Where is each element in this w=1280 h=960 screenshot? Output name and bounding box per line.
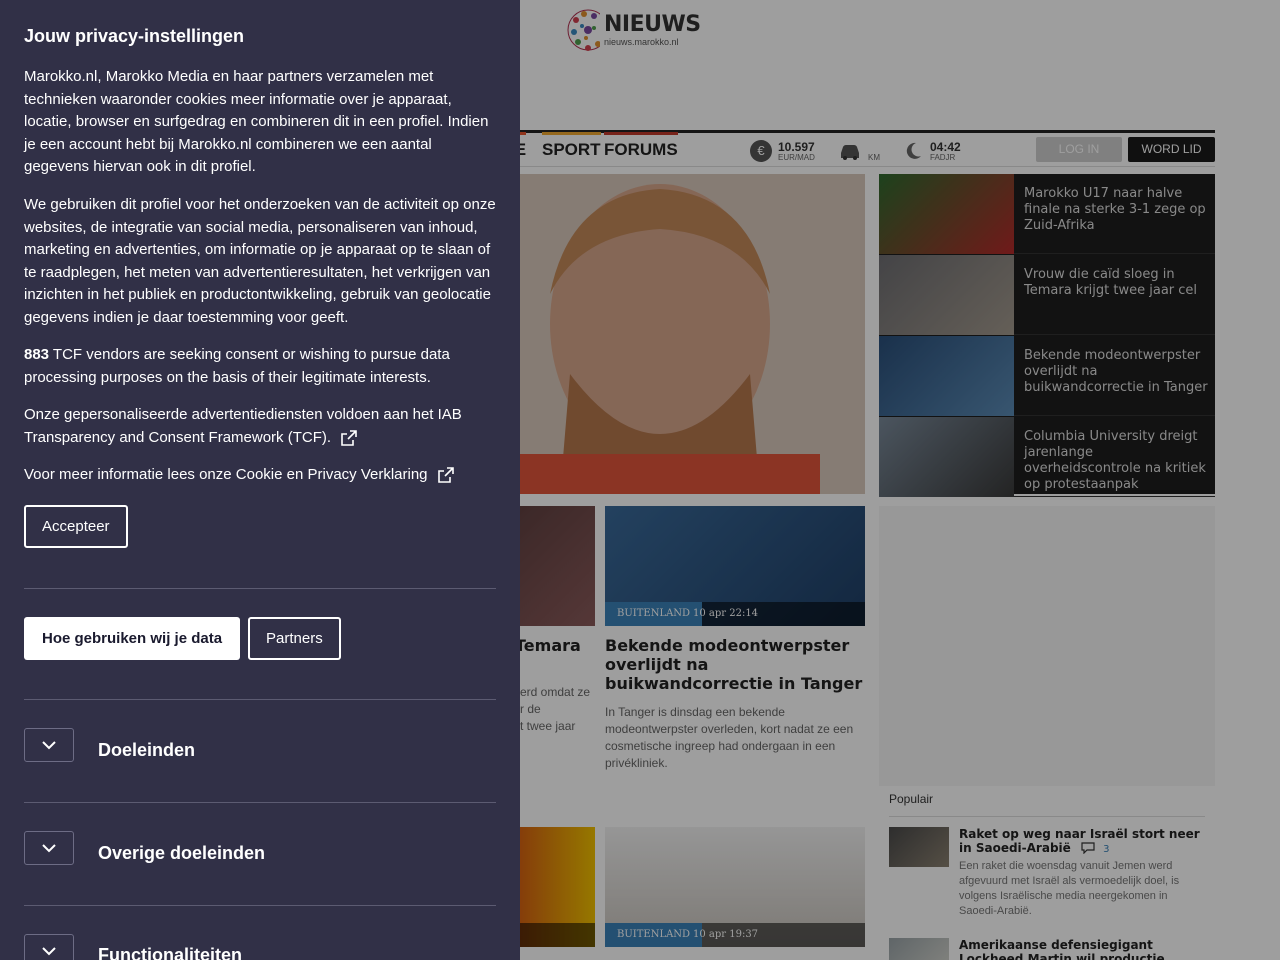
tcf-vendors-sentence: TCF vendors are seeking consent or wishi… bbox=[24, 346, 450, 386]
panel-divider bbox=[24, 802, 496, 803]
vendor-count: 883 bbox=[24, 346, 50, 363]
partners-button[interactable]: Partners bbox=[248, 617, 341, 660]
cookie-policy-link[interactable]: Voor meer informatie lees onze Cookie en… bbox=[24, 466, 428, 483]
how-we-use-data-button[interactable]: Hoe gebruiken wij je data bbox=[24, 617, 241, 660]
chevron-down-icon bbox=[42, 946, 56, 955]
chevron-down-icon bbox=[42, 740, 56, 749]
purposes-label[interactable]: Doeleinden bbox=[98, 740, 195, 761]
tcf-framework-text[interactable]: Onze gepersonaliseerde advertentiedienst… bbox=[24, 404, 496, 449]
other-purposes-label[interactable]: Overige doeleinden bbox=[98, 843, 265, 864]
chevron-down-icon bbox=[42, 843, 56, 852]
features-label[interactable]: Functionaliteiten bbox=[98, 945, 242, 960]
panel-divider bbox=[24, 905, 496, 906]
privacy-usage-text: We gebruiken dit profiel voor het onderz… bbox=[24, 196, 496, 326]
tcf-vendors-text: 883 TCF vendors are seeking consent or w… bbox=[24, 344, 496, 389]
panel-divider bbox=[24, 699, 496, 700]
accept-button[interactable]: Accepteer bbox=[24, 505, 128, 548]
privacy-settings-panel: Jouw privacy-instellingen Marokko.nl, Ma… bbox=[0, 0, 520, 960]
tcf-framework-sentence: Onze gepersonaliseerde advertentiedienst… bbox=[24, 406, 462, 446]
panel-divider bbox=[24, 588, 496, 589]
other-purposes-toggle[interactable] bbox=[24, 831, 74, 865]
purposes-toggle[interactable] bbox=[24, 728, 74, 762]
features-toggle[interactable] bbox=[24, 934, 74, 960]
external-link-icon[interactable] bbox=[437, 467, 454, 483]
cookie-policy-text[interactable]: Voor meer informatie lees onze Cookie en… bbox=[24, 464, 496, 487]
external-link-icon[interactable] bbox=[341, 429, 358, 446]
privacy-intro-text: Marokko.nl, Marokko Media en haar partne… bbox=[24, 68, 489, 175]
privacy-title: Jouw privacy-instellingen bbox=[24, 26, 245, 46]
